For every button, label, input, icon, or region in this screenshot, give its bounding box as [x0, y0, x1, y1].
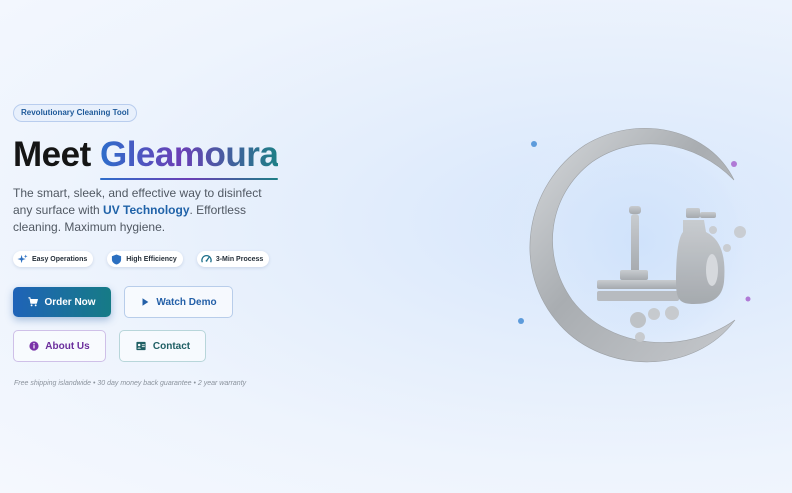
brand-name: Gleamoura — [99, 135, 279, 180]
about-us-label: About Us — [45, 340, 90, 352]
brand-underline — [99, 178, 279, 180]
hero-title-prefix: Meet — [13, 135, 100, 174]
feature-high-efficiency: High Efficiency — [107, 251, 183, 267]
decor-dot — [518, 318, 524, 324]
info-icon — [29, 341, 39, 351]
brand-name-text: Gleamoura — [99, 135, 279, 174]
order-now-button[interactable]: Order Now — [13, 287, 111, 317]
hero-description: The smart, sleek, and effective way to d… — [13, 185, 278, 236]
order-now-label: Order Now — [44, 296, 96, 308]
about-us-button[interactable]: About Us — [13, 330, 106, 362]
footer-note: Free shipping islandwide • 30 day money … — [14, 380, 247, 387]
hero-badge: Revolutionary Cleaning Tool — [13, 104, 137, 122]
contact-label: Contact — [152, 340, 191, 352]
product-logo-graphic — [508, 110, 772, 374]
watch-demo-label: Watch Demo — [156, 296, 217, 308]
hero-section: Revolutionary Cleaning Tool Meet Gleamou… — [13, 102, 313, 236]
feature-easy-operations: Easy Operations — [13, 251, 94, 267]
cart-icon — [28, 297, 39, 307]
hero-illustration — [500, 110, 772, 380]
hero-desc-highlight: UV Technology — [103, 203, 190, 217]
sparkle-icon — [17, 253, 28, 263]
feature-label: 3-Min Process — [215, 255, 264, 263]
decor-dot — [531, 141, 537, 147]
decor-dot — [745, 296, 751, 302]
contact-card-icon — [136, 341, 146, 351]
hero-title: Meet Gleamoura — [13, 135, 313, 180]
feature-3-min-process: 3-Min Process — [196, 251, 270, 267]
feature-label: High Efficiency — [126, 255, 177, 263]
speedometer-icon — [201, 254, 212, 263]
decor-dot — [731, 161, 737, 167]
contact-button[interactable]: Contact — [119, 330, 206, 362]
feature-list: Easy Operations High Efficiency 3-Min Pr… — [13, 251, 270, 267]
watch-demo-button[interactable]: Watch Demo — [124, 286, 233, 318]
feature-label: Easy Operations — [32, 255, 88, 263]
play-icon — [142, 298, 149, 306]
shield-icon — [112, 253, 122, 265]
